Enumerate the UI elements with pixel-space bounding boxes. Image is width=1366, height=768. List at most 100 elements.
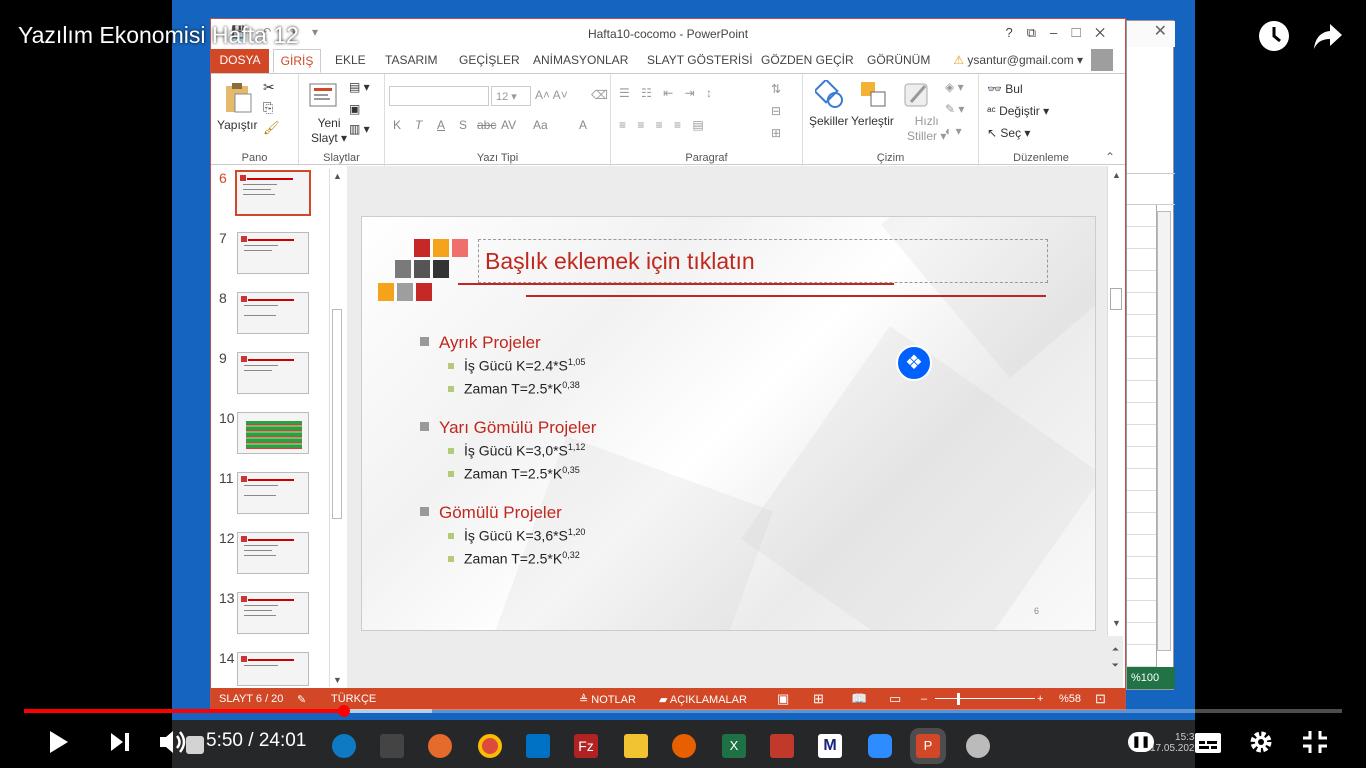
close-icon[interactable]: ✕ <box>1127 21 1175 47</box>
thumbnail-slide[interactable] <box>237 652 309 686</box>
select-button[interactable]: ↖ Seç ▾ <box>987 126 1030 141</box>
title-placeholder[interactable]: Başlık eklemek için tıklatın <box>478 239 1048 283</box>
zoom-slider-thumb[interactable] <box>957 693 960 705</box>
thumbnail-9[interactable]: 9 <box>215 350 345 410</box>
window-controls[interactable]: ?⧉–☐✕ <box>1005 25 1119 41</box>
user-account[interactable]: ⚠ ysantur@gmail.com ▾ <box>953 53 1083 67</box>
next-slide-icon[interactable]: ⏷ <box>1112 660 1119 671</box>
font-name-combo[interactable] <box>389 86 489 106</box>
tab-slideshow[interactable]: SLAYT GÖSTERİSİ <box>647 49 753 73</box>
collapse-ribbon-icon[interactable]: ⌃ <box>1105 150 1115 165</box>
align-text-icon[interactable]: ⊟ <box>771 104 781 119</box>
spellcheck-icon[interactable]: ✎ <box>297 693 306 706</box>
bullet-item[interactable]: İş Gücü K=3,0*S1,12 <box>448 442 585 459</box>
replace-button[interactable]: ᵃᶜ Değiştir ▾ <box>987 104 1049 119</box>
scroll-thumb[interactable] <box>1110 288 1122 310</box>
quick-styles-label[interactable]: Hızlı Stiller ▾ <box>907 114 946 144</box>
shapes-icon[interactable] <box>815 80 845 110</box>
tab-transitions[interactable]: GEÇİŞLER <box>459 49 520 73</box>
tab-animations[interactable]: ANİMASYONLAR <box>533 49 628 73</box>
font-color-button[interactable]: A <box>579 118 587 133</box>
scroll-up-icon[interactable]: ▲ <box>333 171 342 181</box>
video-progress-bar[interactable] <box>24 705 1342 717</box>
scroll-thumb[interactable] <box>332 309 342 519</box>
shape-effects-icon[interactable]: ◐ ▾ <box>945 124 962 139</box>
tab-home[interactable]: GİRİŞ <box>273 49 321 73</box>
new-slide-label[interactable]: Yeni Slayt ▾ <box>311 116 347 146</box>
scroll-down-icon[interactable]: ▼ <box>1112 618 1121 628</box>
find-button[interactable]: 👓 Bul <box>987 82 1023 97</box>
scroll-down-icon[interactable]: ▼ <box>333 675 342 685</box>
text-direction-icon[interactable]: ⇅ <box>771 82 781 97</box>
close-icon[interactable]: ✕ <box>1095 25 1119 40</box>
slideshow-view-icon[interactable]: ▭ <box>889 691 901 707</box>
slide-title[interactable]: Başlık eklemek için tıklatın <box>485 248 755 275</box>
comments-button[interactable]: ▰ AÇIKLAMALAR <box>659 693 747 706</box>
arrange-icon[interactable] <box>859 80 889 110</box>
maximize-icon[interactable]: ☐ <box>1071 25 1095 40</box>
slide-canvas[interactable]: Başlık eklemek için tıklatın Ayrık Proje… <box>361 216 1096 631</box>
smartart-icon[interactable]: ⊞ <box>771 126 781 141</box>
tab-file[interactable]: DOSYA <box>211 49 269 73</box>
paste-label[interactable]: Yapıştır <box>217 118 257 133</box>
ribbon-display-icon[interactable]: ⧉ <box>1027 25 1050 40</box>
thumbnail-slide[interactable] <box>237 592 309 634</box>
shape-outline-icon[interactable]: ✎ ▾ <box>945 102 964 117</box>
shapes-label[interactable]: Şekiller <box>809 114 848 129</box>
volume-icon[interactable] <box>158 728 188 756</box>
normal-view-icon[interactable]: ▣ <box>777 691 789 707</box>
bullet-item[interactable]: Zaman T=2.5*K0,38 <box>448 380 580 397</box>
thumbnail-slide[interactable] <box>235 170 311 216</box>
vertical-scrollbar[interactable] <box>1157 211 1171 651</box>
share-icon[interactable] <box>1312 22 1344 52</box>
zoom-slider[interactable] <box>935 698 1035 699</box>
reset-icon[interactable]: ▣ <box>349 102 360 117</box>
bullet-heading[interactable]: Ayrık Projeler <box>420 333 541 353</box>
settings-icon[interactable] <box>1248 729 1274 755</box>
thumbnail-slide[interactable] <box>237 232 309 274</box>
thumbnail-slide[interactable] <box>237 532 309 574</box>
thumbnail-6[interactable]: 6 <box>215 170 345 230</box>
tab-view[interactable]: GÖRÜNÜM <box>867 49 930 73</box>
dropbox-icon[interactable]: ❖ <box>896 345 932 381</box>
thumbnail-slide[interactable] <box>237 352 309 394</box>
paste-icon[interactable] <box>223 82 253 114</box>
underline-button[interactable]: A <box>437 118 445 133</box>
scroll-up-icon[interactable]: ▲ <box>1112 170 1121 180</box>
bullet-item[interactable]: İş Gücü K=2.4*S1,05 <box>448 357 585 374</box>
avatar[interactable] <box>1091 49 1113 71</box>
format-painter-icon[interactable]: 🖌 <box>263 120 280 135</box>
bullet-heading[interactable]: Yarı Gömülü Projeler <box>420 418 596 438</box>
shadow-button[interactable]: S <box>459 118 467 133</box>
help-icon[interactable]: ? <box>1005 25 1026 40</box>
layout-icon[interactable]: ▤ ▾ <box>349 80 370 95</box>
quick-styles-icon[interactable] <box>903 80 933 110</box>
thumbnails-scrollbar[interactable]: ▲ ▼ <box>329 169 343 687</box>
thumbnail-11[interactable]: 11 <box>215 470 345 530</box>
zoom-level[interactable]: %58 <box>1059 693 1081 705</box>
next-icon[interactable] <box>110 732 132 752</box>
reading-view-icon[interactable]: 📖 <box>851 691 867 707</box>
bullet-item[interactable]: Zaman T=2.5*K0,35 <box>448 465 580 482</box>
thumbnail-slide[interactable] <box>237 412 309 454</box>
bullet-item[interactable]: Zaman T=2.5*K0,32 <box>448 550 580 567</box>
tab-insert[interactable]: EKLE <box>335 49 366 73</box>
thumbnail-slide[interactable] <box>237 472 309 514</box>
change-case-button[interactable]: Aa <box>533 118 548 133</box>
minimize-icon[interactable]: – <box>1050 25 1071 40</box>
thumbnail-7[interactable]: 7 <box>215 230 345 290</box>
subtitles-icon[interactable] <box>1194 732 1222 754</box>
strikethrough-button[interactable]: abc <box>477 118 496 133</box>
arrange-label[interactable]: Yerleştir <box>851 114 894 129</box>
grow-font-icon[interactable]: A˄ A˅ <box>535 88 568 103</box>
notes-button[interactable]: ≜ NOTLAR <box>579 693 636 706</box>
play-icon[interactable] <box>48 730 70 754</box>
prev-slide-icon[interactable]: ⏶ <box>1112 644 1119 655</box>
bold-button[interactable]: K <box>393 118 401 133</box>
align-icons[interactable]: ≡ ≡ ≡ ≡ ▤ <box>619 118 708 133</box>
cut-icon[interactable]: ✂ <box>263 80 275 95</box>
thumbnail-slide[interactable] <box>237 292 309 334</box>
tab-review[interactable]: GÖZDEN GEÇİR <box>761 49 854 73</box>
exit-fullscreen-icon[interactable] <box>1302 730 1328 754</box>
copy-icon[interactable]: ⎘ <box>263 100 273 115</box>
